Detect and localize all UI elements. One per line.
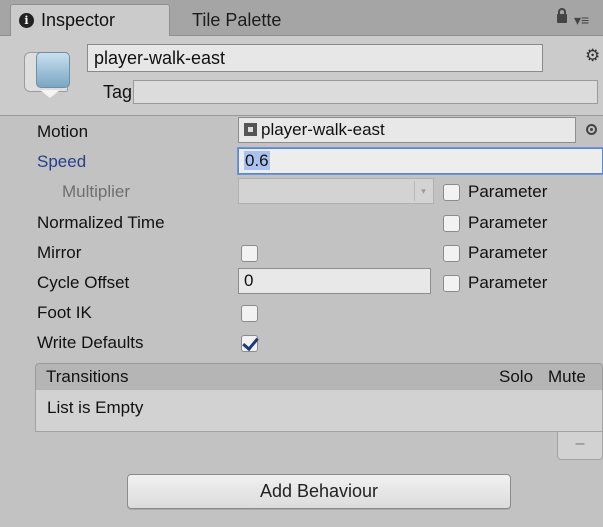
speed-field[interactable]: 0.6: [238, 148, 603, 174]
multiplier-select: [238, 178, 434, 204]
motion-field[interactable]: player-walk-east: [238, 117, 576, 143]
mirror-label: Mirror: [37, 243, 82, 262]
multiplier-parameter-checkbox[interactable]: [443, 184, 460, 201]
transitions-title: Transitions: [46, 367, 129, 386]
mirror-parameter-checkbox[interactable]: [443, 245, 460, 262]
cycle-offset-field[interactable]: 0: [238, 268, 431, 294]
animator-state-icon: [36, 52, 70, 88]
transitions-empty-text: List is Empty: [47, 398, 144, 417]
state-name-field[interactable]: player-walk-east: [87, 44, 543, 72]
state-arrow-icon: [40, 90, 60, 98]
foot-ik-label: Foot IK: [37, 303, 92, 322]
dropdown-arrow-icon: ▾: [414, 181, 432, 201]
remove-transition-button[interactable]: –: [557, 432, 603, 460]
tag-field[interactable]: [133, 80, 598, 104]
tab-inspector[interactable]: i Inspector: [10, 4, 170, 36]
normalized-time-label: Normalized Time: [37, 213, 165, 232]
cycle-offset-parameter-checkbox[interactable]: [443, 275, 460, 292]
transitions-solo-header: Solo: [499, 367, 534, 386]
speed-value: 0.6: [244, 151, 270, 170]
cycle-offset-label: Cycle Offset: [37, 273, 130, 292]
mirror-parameter-label: Parameter: [468, 243, 548, 262]
cycle-offset-parameter-label: Parameter: [468, 273, 548, 292]
tab-inspector-label: Inspector: [41, 10, 116, 30]
add-behaviour-button[interactable]: Add Behaviour: [127, 474, 511, 509]
object-picker-icon[interactable]: [586, 124, 597, 135]
write-defaults-label: Write Defaults: [37, 333, 144, 352]
lock-icon[interactable]: [557, 8, 567, 23]
transitions-mute-header: Mute: [548, 367, 586, 386]
multiplier-label: Multiplier: [62, 182, 131, 201]
motion-value: player-walk-east: [261, 120, 385, 139]
multiplier-parameter-label: Parameter: [468, 182, 548, 201]
motion-label: Motion: [37, 122, 89, 141]
speed-label: Speed: [37, 152, 87, 171]
gear-icon[interactable]: ⚙: [585, 46, 600, 66]
tag-label: Tag: [103, 82, 133, 102]
tab-tile-palette[interactable]: Tile Palette: [190, 4, 330, 36]
info-icon: i: [19, 13, 34, 28]
mirror-checkbox[interactable]: [241, 245, 258, 262]
normalized-time-parameter-label: Parameter: [468, 213, 548, 232]
normalized-time-parameter-checkbox[interactable]: [443, 215, 460, 232]
tab-tile-palette-label: Tile Palette: [192, 9, 282, 30]
write-defaults-checkbox[interactable]: [241, 335, 258, 352]
menu-icon[interactable]: ▾≡: [574, 13, 589, 27]
animation-clip-icon: [244, 123, 257, 136]
foot-ik-checkbox[interactable]: [241, 305, 258, 322]
